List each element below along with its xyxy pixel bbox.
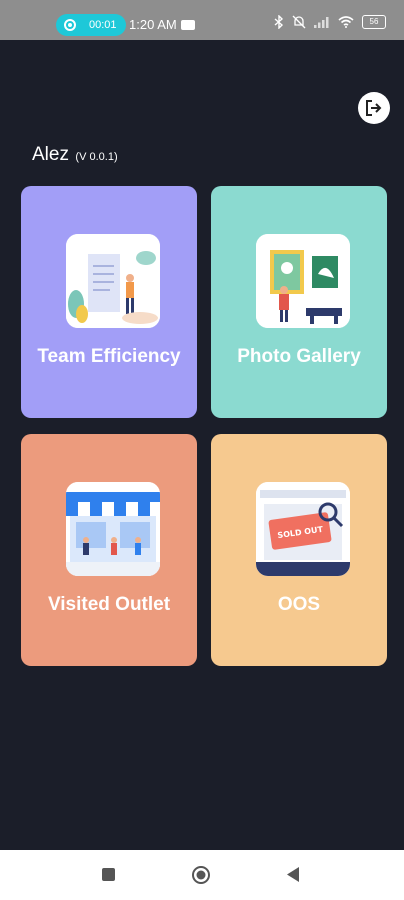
signal-icon: [314, 17, 329, 28]
app-name: Alez: [32, 144, 69, 165]
status-bar: 00:01 1:20 AM 56: [0, 0, 404, 40]
bluetooth-icon: [274, 15, 284, 29]
card-label: Photo Gallery: [237, 346, 361, 367]
photo-gallery-illustration: [256, 234, 350, 328]
logout-button[interactable]: [358, 92, 390, 124]
logout-icon: [366, 100, 382, 116]
wifi-icon: [338, 16, 354, 28]
card-label: Visited Outlet: [47, 594, 171, 615]
storefront-illustration: [66, 482, 160, 576]
system-navigation-bar: [0, 850, 404, 900]
card-label: Team Efficiency: [37, 346, 181, 367]
status-clock: 1:20 AM: [129, 17, 177, 32]
photo-gallery-card[interactable]: Photo Gallery: [211, 186, 387, 418]
app-header: Alez (V 0.0.1): [32, 144, 118, 166]
team-efficiency-card[interactable]: Team Efficiency: [21, 186, 197, 418]
card-label: OOS: [277, 594, 321, 615]
team-efficiency-illustration: [66, 234, 160, 328]
oos-card[interactable]: SOLD OUT OOS: [211, 434, 387, 666]
sold-out-illustration: SOLD OUT: [256, 482, 350, 576]
mute-bell-icon: [292, 15, 306, 29]
back-button[interactable]: [285, 866, 301, 883]
screen-recording-indicator[interactable]: 00:01: [56, 14, 126, 36]
visited-outlet-card[interactable]: Visited Outlet: [21, 434, 197, 666]
app-version: (V 0.0.1): [75, 151, 118, 163]
battery-icon: 56: [362, 15, 386, 29]
home-button[interactable]: [191, 865, 211, 885]
recording-time: 00:01: [89, 19, 117, 31]
record-icon: [64, 19, 76, 31]
message-notification-icon: [181, 20, 195, 30]
status-icons: 56: [274, 15, 386, 29]
recents-button[interactable]: [102, 868, 115, 881]
